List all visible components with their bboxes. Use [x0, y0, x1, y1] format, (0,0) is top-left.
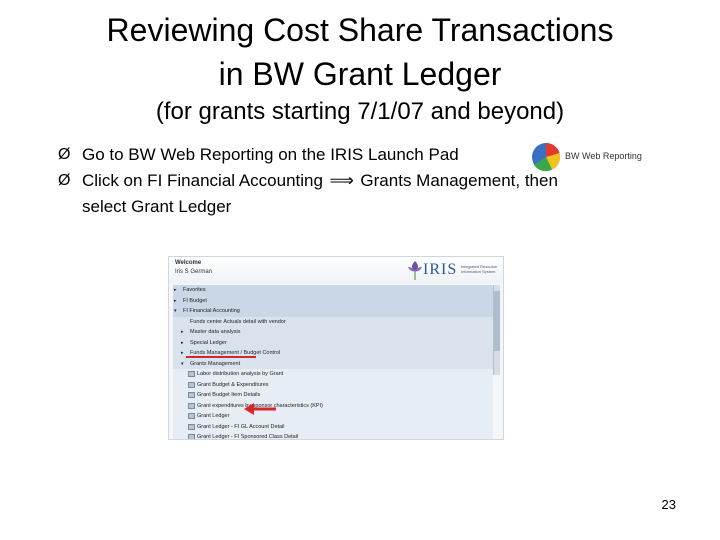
expand-right-icon[interactable]: ▸	[174, 285, 177, 296]
report-icon	[188, 413, 195, 419]
tree-item[interactable]: ▸ Master data analysis	[173, 327, 493, 338]
slide-subtitle: (for grants starting 7/1/07 and beyond)	[155, 98, 565, 125]
bullet-text-line2: select Grant Ledger	[82, 197, 232, 216]
tree-item[interactable]: ▸ Favorites	[173, 285, 493, 296]
report-icon	[188, 434, 195, 439]
expand-right-icon[interactable]: ▸	[174, 296, 177, 307]
navigation-tree: ▸ Favorites ▸ FI Budget ▾ FI Financial Accoun…	[173, 285, 493, 440]
title-line-1: Reviewing Cost Share Transactions	[106, 12, 614, 48]
tree-item[interactable]: Grant Ledger - FI Sponsored Class Detail	[173, 432, 493, 440]
user-name: Iris S German	[175, 269, 213, 275]
tree-item-label: Grant Ledger	[197, 413, 230, 419]
tree-item-label: Grant Ledger - FI Sponsored Class Detail	[197, 434, 299, 440]
report-icon	[188, 392, 195, 398]
iris-logo-text: IRIS	[423, 261, 458, 278]
tree-item[interactable]: Grant Budget & Expenditures	[173, 379, 493, 390]
report-icon	[188, 402, 195, 409]
tree-item-label: FI Budget	[183, 297, 207, 304]
tree-item-label: Grants Management	[190, 360, 241, 367]
expand-right-icon[interactable]: ▸	[181, 338, 184, 349]
launchpad-header: Welcome Iris S German IRIS Integrated Re…	[169, 257, 503, 283]
bullet-arrow-icon: Ø	[58, 172, 71, 189]
tree-item[interactable]: ▸ Special Ledger	[173, 337, 493, 349]
tree-item-label: Grant Ledger - FI GL Account Detail	[197, 423, 285, 430]
tree-item-label: Master data analysis	[190, 329, 241, 335]
slide-title: Reviewing Cost Share Transactions in BW …	[0, 8, 720, 96]
grants-management-underline	[186, 356, 256, 358]
report-icon	[188, 371, 195, 377]
tree-item-label: Labor distribution analysis by Grant	[197, 371, 284, 377]
welcome-label: Welcome	[175, 260, 202, 266]
report-icon	[188, 423, 195, 430]
tree-item[interactable]: Labor distribution analysis by Grant	[173, 369, 493, 380]
tree-item-label: Special Ledger	[190, 339, 227, 346]
tree-item[interactable]: ▸ FI Budget	[173, 295, 493, 307]
tree-item-label: Favorites	[183, 287, 206, 293]
tree-item[interactable]: Grant Ledger	[173, 411, 493, 422]
iris-launchpad-screenshot: Welcome Iris S German IRIS Integrated Re…	[168, 256, 504, 440]
scrollbar-thumb[interactable]	[494, 291, 500, 351]
tree-item-label: Funds center Actuals detail with vendor	[190, 318, 286, 325]
tree-item[interactable]: Funds center Actuals detail with vendor	[173, 316, 493, 327]
tree-item[interactable]: Grant Ledger - FI GL Account Detail	[173, 421, 493, 432]
expand-right-icon[interactable]: ▸	[181, 327, 184, 338]
expand-down-icon[interactable]: ▾	[174, 306, 177, 317]
bw-web-reporting-caption[interactable]: BW Web Reporting	[565, 151, 642, 161]
tree-item-label: Grant Budget Item Details	[197, 392, 261, 398]
page-number: 23	[661, 497, 676, 512]
red-pointer-arrow-icon	[244, 403, 276, 415]
tree-item[interactable]: Grant expenditures by sponsor characteri…	[173, 400, 493, 411]
expand-down-icon[interactable]: ▾	[181, 359, 184, 370]
iris-flower-icon	[408, 261, 422, 280]
double-arrow-icon: ⟹	[329, 171, 354, 190]
tree-scrollbar[interactable]	[493, 285, 500, 375]
bullet-text: Click on FI Financial Accounting	[82, 171, 323, 190]
tree-item[interactable]: Grant Budget Item Details	[173, 390, 493, 401]
iris-logo-tagline: Integrated Resource Information System	[461, 264, 498, 274]
bullet-arrow-icon: Ø	[58, 146, 71, 163]
bw-web-reporting-pie-icon[interactable]	[530, 141, 562, 173]
tree-item-label: Grant Budget & Expenditures	[197, 381, 269, 388]
expand-right-icon[interactable]: ▸	[181, 348, 184, 359]
tree-item[interactable]: ▾ FI Financial Accounting	[173, 306, 493, 317]
bullet-item-2: Ø Click on FI Financial Accounting ⟹ Gra…	[58, 168, 698, 220]
tree-item-label: FI Financial Accounting	[183, 308, 240, 314]
bullet-text: Go to BW Web Reporting on the IRIS Launc…	[82, 145, 459, 164]
report-icon	[188, 381, 195, 388]
bullet-text-continued: Grants Management, then	[360, 171, 558, 190]
title-line-2: in BW Grant Ledger	[218, 56, 502, 92]
tree-item[interactable]: ▾ Grants Management	[173, 358, 493, 370]
iris-logo: IRIS Integrated Resource Information Sys…	[405, 259, 497, 281]
